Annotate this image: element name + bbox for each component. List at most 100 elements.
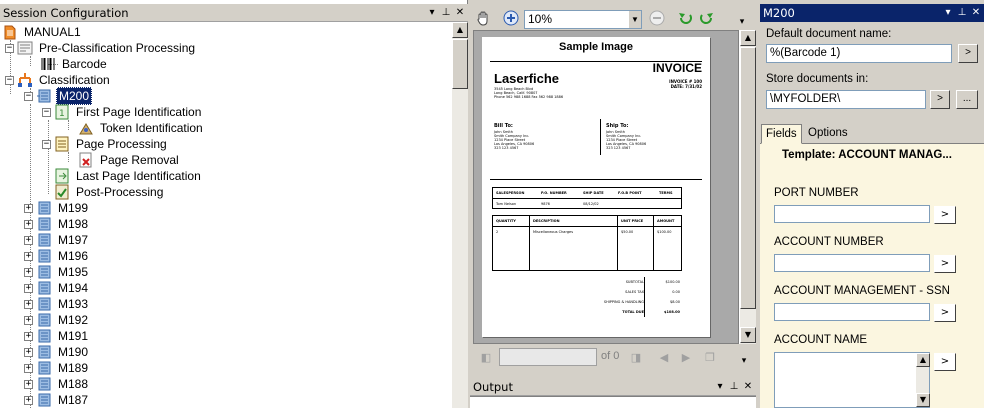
tree-document-class[interactable]: + M196 [24,248,90,264]
rotate-left-icon[interactable] [676,9,694,27]
scroll-thumb[interactable] [452,39,468,89]
expand-icon[interactable]: + [24,235,33,245]
tree-page-removal[interactable]: Page Removal [78,152,181,168]
tree-classification[interactable]: − Classification [5,72,112,88]
expand-icon[interactable]: + [24,267,33,277]
tree-document-class[interactable]: + M197 [24,232,90,248]
tree-document-class-selected[interactable]: − M200 [24,87,93,105]
invoice-title: INVOICE [652,61,702,75]
document-class-icon [36,360,52,376]
token-icon [78,120,94,136]
tree-document-class[interactable]: + M190 [24,344,90,360]
field-textarea[interactable]: ▲ ▼ [774,352,930,408]
toolbar-overflow-icon[interactable]: ▾ [735,352,753,370]
tab-fields[interactable]: Fields [761,124,802,144]
store-documents-input[interactable]: \MYFOLDER\ [766,90,926,109]
tree-document-class[interactable]: + M189 [24,360,90,376]
expand-icon[interactable]: + [24,347,33,357]
default-name-input[interactable]: %(Barcode 1) [766,44,952,63]
pan-hand-icon[interactable] [474,9,492,27]
tree-root[interactable]: MANUAL1 [2,24,83,40]
tree-last-page-identification[interactable]: Last Page Identification [54,168,203,184]
expand-icon[interactable]: + [24,379,33,389]
back-arrow-icon[interactable]: ◀ [655,348,673,366]
pane-menu-icon[interactable]: ▾ [942,4,954,22]
field-token-button[interactable]: > [934,255,956,273]
scroll-thumb[interactable] [740,47,756,309]
scroll-up-icon[interactable]: ▲ [452,22,468,38]
expand-icon[interactable]: + [24,283,33,293]
collapse-icon[interactable]: − [42,139,51,149]
field-input[interactable] [774,205,930,223]
tab-options[interactable]: Options [804,124,852,144]
expand-icon[interactable]: + [24,219,33,229]
document-class-icon [36,392,52,408]
default-name-token-button[interactable]: > [958,44,978,63]
rotate-right-icon[interactable] [698,9,716,27]
field-token-button[interactable]: > [934,304,956,322]
tree-page-processing[interactable]: − Page Processing [42,136,169,152]
zoom-select[interactable]: 10% ▼ [524,10,642,29]
pin-icon[interactable]: ⊥ [728,378,740,395]
previous-page-icon[interactable]: ◧ [477,348,495,366]
chevron-down-icon[interactable]: ▼ [629,11,641,28]
scroll-up-icon[interactable]: ▲ [740,30,756,46]
collapse-icon[interactable]: − [24,91,33,101]
tree-document-class[interactable]: + M193 [24,296,90,312]
pin-icon[interactable]: ⊥ [956,4,968,22]
tree-document-class[interactable]: + M195 [24,264,90,280]
tree-document-class[interactable]: + M192 [24,312,90,328]
expand-icon[interactable]: + [24,363,33,373]
close-icon[interactable]: ✕ [454,4,466,21]
expand-icon[interactable]: + [24,251,33,261]
tree-document-class[interactable]: + M188 [24,376,90,392]
document-viewport[interactable]: Sample Image Laserfiche 3545 Long Beach … [473,30,739,344]
field-token-button[interactable]: > [934,206,956,224]
tree-scrollbar[interactable]: ▲ [451,22,468,408]
viewer-scrollbar[interactable]: ▲ ▼ [739,30,756,344]
page-removal-icon [78,152,94,168]
store-token-button[interactable]: > [930,90,950,109]
tree-document-class[interactable]: + M194 [24,280,90,296]
toolbar-overflow-icon[interactable]: ▾ [736,16,748,28]
expand-icon[interactable]: + [24,203,33,213]
field-input[interactable] [774,303,930,321]
next-page-icon[interactable]: ◨ [627,348,645,366]
textarea-scrollbar[interactable]: ▲ ▼ [915,353,930,407]
tree-pre-classification[interactable]: − Pre-Classification Processing [5,40,197,56]
scroll-down-icon[interactable]: ▼ [740,327,756,343]
expand-icon[interactable]: + [24,395,33,405]
expand-icon[interactable]: + [24,331,33,341]
field-input[interactable] [774,254,930,272]
collapse-icon[interactable]: − [5,75,14,85]
browse-folder-button[interactable]: ... [956,90,978,109]
pane-menu-icon[interactable]: ▾ [714,378,726,395]
tree-document-class[interactable]: + M199 [24,200,90,216]
tree-document-class[interactable]: + M198 [24,216,90,232]
tree-first-page-identification[interactable]: − 1 First Page Identification [42,104,203,120]
scroll-up-icon[interactable]: ▲ [916,353,930,367]
close-icon[interactable]: ✕ [742,378,754,395]
tree-barcode[interactable]: Barcode [40,56,109,72]
pin-icon[interactable]: ⊥ [440,4,452,21]
forward-arrow-icon[interactable]: ▶ [677,348,695,366]
page-number-input[interactable] [499,348,597,366]
field-token-button[interactable]: > [934,353,956,371]
collapse-icon[interactable]: − [42,107,51,117]
collapse-icon[interactable]: − [5,43,14,53]
tree-document-class[interactable]: + M191 [24,328,90,344]
close-icon[interactable]: ✕ [970,4,982,22]
copy-pages-icon[interactable]: ❐ [701,348,719,366]
zoom-out-icon[interactable] [648,9,666,27]
tree-document-class[interactable]: + M187 [24,392,90,408]
invoice-page: Sample Image Laserfiche 3545 Long Beach … [482,37,710,337]
expand-icon[interactable]: + [24,315,33,325]
pane-menu-icon[interactable]: ▾ [426,4,438,21]
company-address: 3545 Long Beach Blvd Long Beach, Calif. … [494,87,564,99]
expand-icon[interactable]: + [24,299,33,309]
tree-post-processing[interactable]: Post-Processing [54,184,165,200]
scroll-down-icon[interactable]: ▼ [916,393,930,407]
properties-tabs: Fields Options [760,124,984,144]
tree-token-identification[interactable]: Token Identification [78,120,205,136]
zoom-in-icon[interactable] [502,9,520,27]
